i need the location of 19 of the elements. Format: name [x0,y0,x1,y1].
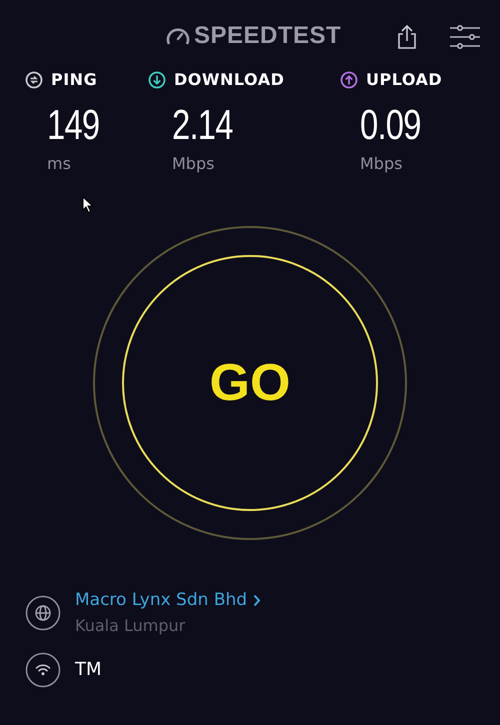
metric-unit: Mbps [360,153,404,175]
metric-unit: Mbps [172,153,216,175]
gauge-icon [166,26,190,46]
metric-label: UPLOAD [366,69,442,91]
metric-value: 2.14 [172,104,233,146]
server-location: Kuala Lumpur [75,614,186,636]
metric-label: DOWNLOAD [174,69,284,91]
metric-unit: ms [47,153,72,175]
app-logo: SPEEDTEST [194,24,342,48]
isp-name: TM [75,658,102,682]
globe-icon [25,594,61,631]
mouse-pointer-icon [82,196,94,214]
go-button[interactable]: GO [122,255,378,511]
server-link[interactable]: Macro Lynx Sdn Bhd [75,588,262,614]
metric-value: 149 [47,104,100,146]
metric-label: PING [51,69,98,91]
wifi-icon [25,652,61,688]
chevron-icon [253,594,262,608]
metric-value: 0.09 [360,104,421,146]
